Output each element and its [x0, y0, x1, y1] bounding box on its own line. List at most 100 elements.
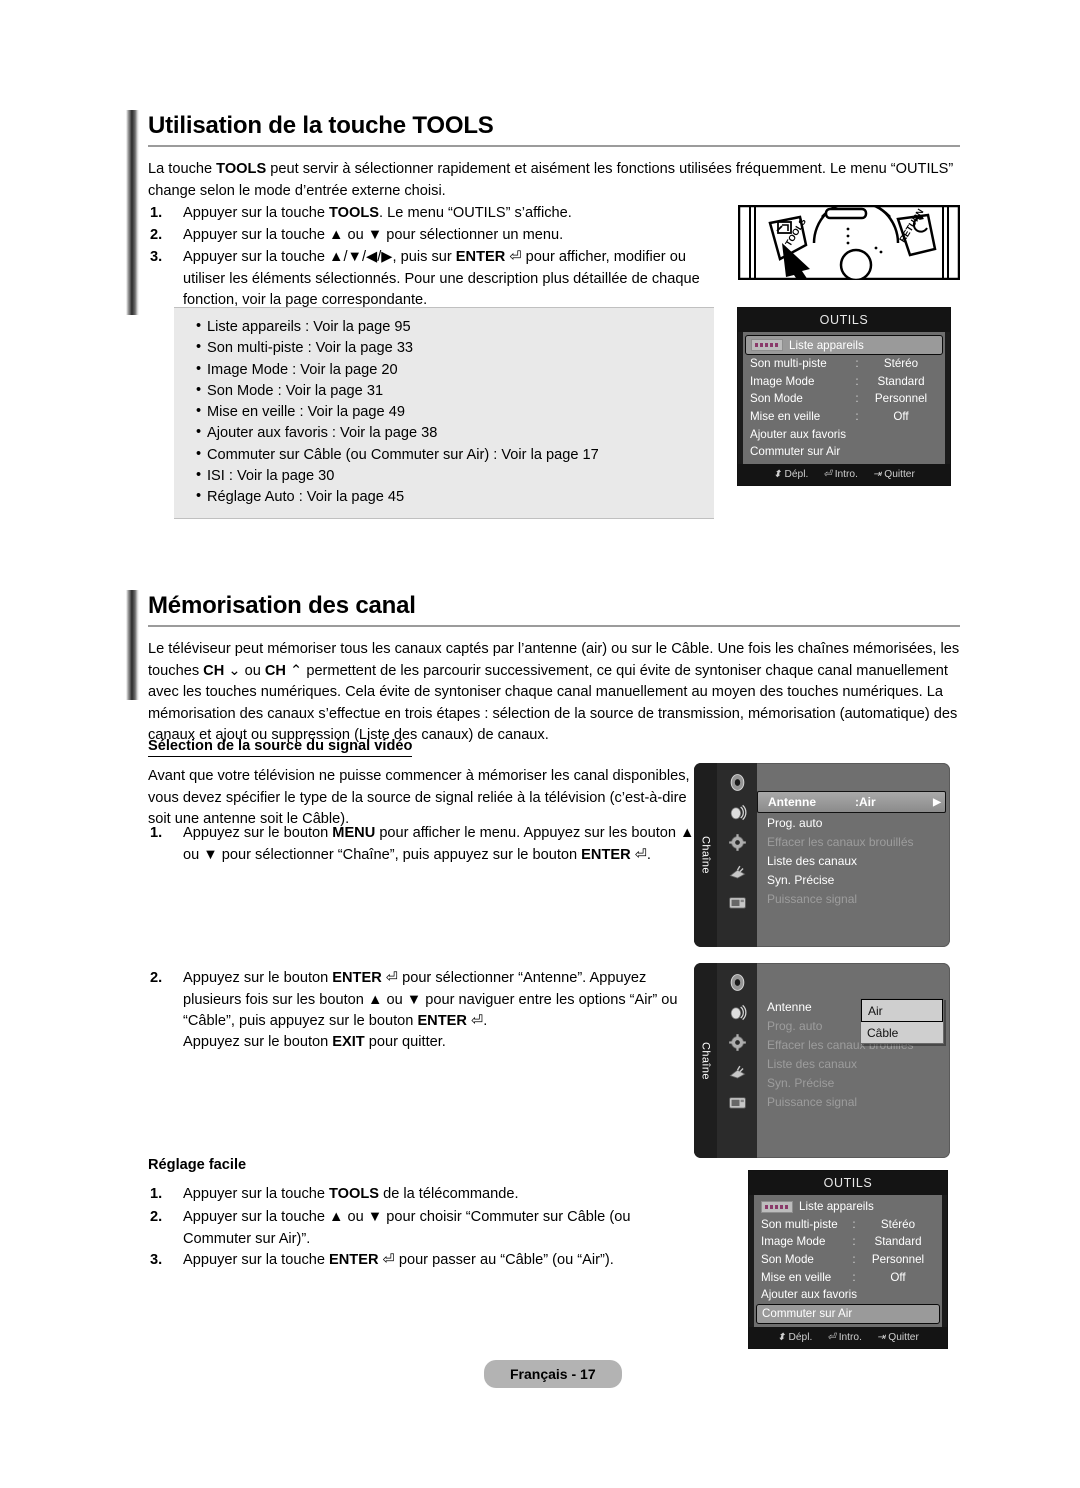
list-item: ISI : Voir la page 30 — [196, 465, 714, 487]
osd-hint-label: Quitter — [884, 468, 915, 480]
osd-item-label: Ajouter aux favoris — [761, 1288, 858, 1302]
osd-item-value: Personnel — [871, 1253, 925, 1267]
menu-side-tab: Chaîne — [694, 963, 717, 1158]
osd-item-liste-appareils[interactable]: Liste appareils — [745, 335, 943, 355]
menu-item-liste-des-canaux[interactable]: Liste des canaux — [757, 851, 950, 870]
osd-item-colon: : — [855, 357, 859, 371]
step-number: 3. — [150, 249, 163, 265]
osd-hint-label: Intro. — [838, 1331, 862, 1343]
osd-footer-hints: ⬍ Dépl. ⏎ Intro. ⇥ Quitter — [738, 463, 950, 485]
menu-item-prog-auto[interactable]: Prog. auto — [757, 813, 950, 832]
section-1-step-1: 1. Appuyer sur la touche TOOLS. Le menu … — [150, 203, 710, 225]
menu-item-puissance-signal[interactable]: Puissance signal — [757, 1092, 950, 1111]
step-number: 2. — [150, 1209, 163, 1225]
section-2-exit-note: Appuyez sur le bouton EXIT pour quitter. — [183, 1034, 446, 1050]
step-number: 1. — [150, 825, 163, 841]
enter-icon: ⏎ — [827, 1331, 836, 1343]
section-2-intro: Le téléviseur peut mémoriser tous les ca… — [148, 641, 960, 743]
osd-item-mise-en-veille[interactable]: Mise en veille : Off — [754, 1268, 942, 1286]
osd-item-colon: : — [855, 392, 859, 406]
page-title: Utilisation de la touche TOOLS — [148, 112, 494, 139]
menu-item-liste-des-canaux[interactable]: Liste des canaux — [757, 1054, 950, 1073]
menu-item-label: Puissance signal — [767, 891, 858, 906]
chaine-menu-screenshot-1: Chaîne Antenne :Air ▶ Prog. auto Effacer… — [694, 763, 950, 947]
list-item: Image Mode : Voir la page 20 — [196, 359, 714, 381]
step-text: Appuyez sur le bouton ENTER ⏎ pour sélec… — [183, 970, 678, 1029]
settings-gear-icon — [728, 834, 746, 851]
updown-arrow-icon: ⬍ — [777, 1331, 786, 1343]
menu-item-label: Puissance signal — [767, 1094, 858, 1109]
dropdown-option-air[interactable]: Air — [861, 999, 943, 1022]
input-plug-icon — [729, 1065, 745, 1079]
step-text: Appuyer sur la touche ENTER ⏎ pour passe… — [183, 1252, 614, 1268]
section-3-step-2: 2. Appuyer sur la touche ▲ ou ▼ pour cho… — [150, 1207, 650, 1250]
step-text: Appuyer sur la touche ▲/▼/◀/▶, puis sur … — [183, 249, 700, 308]
osd-item-mise-en-veille[interactable]: Mise en veille : Off — [743, 408, 945, 426]
menu-item-syn-precise[interactable]: Syn. Précise — [757, 870, 950, 889]
step-text: Appuyer sur la touche TOOLS. Le menu “OU… — [183, 205, 572, 221]
menu-item-effacer-canaux-brouilles[interactable]: Effacer les canaux brouillés — [757, 832, 950, 851]
menu-item-label: Syn. Précise — [767, 1075, 835, 1090]
section-3-step-3: 3. Appuyer sur la touche ENTER ⏎ pour pa… — [150, 1250, 695, 1272]
osd-item-commuter-sur-air[interactable]: Commuter sur Air — [743, 443, 945, 461]
picture-icon — [730, 774, 744, 791]
osd-hint-intro: ⏎ Intro. — [827, 1332, 862, 1343]
section-1-step-3: 3. Appuyer sur la touche ▲/▼/◀/▶, puis s… — [150, 247, 710, 312]
osd-item-liste-appareils[interactable]: Liste appareils — [754, 1198, 942, 1216]
osd-item-son-mode[interactable]: Son Mode : Personnel — [743, 390, 945, 408]
antenna-icon — [730, 1004, 746, 1021]
osd-item-son-mode[interactable]: Son Mode : Personnel — [754, 1251, 942, 1269]
menu-side-label: Chaîne — [699, 1041, 712, 1080]
step-text: Appuyer sur la touche ▲ ou ▼ pour choisi… — [183, 1209, 631, 1247]
osd-hint-quitter: ⇥ Quitter — [877, 1332, 919, 1343]
osd-item-image-mode[interactable]: Image Mode : Standard — [754, 1233, 942, 1251]
osd-item-label: Commuter sur Air — [762, 1307, 853, 1321]
exit-icon: ⇥ — [872, 468, 882, 480]
dropdown-option-cable[interactable]: Câble — [861, 1022, 943, 1043]
osd-item-list: Liste appareils Son multi-piste : Stéréo… — [743, 332, 945, 464]
menu-items-column: Antenne :Air ▶ Prog. auto Effacer les ca… — [757, 763, 950, 947]
step-text: Appuyer sur la touche TOOLS de la téléco… — [183, 1186, 519, 1202]
section-2-step-2: 2. Appuyez sur le bouton ENTER ⏎ pour sé… — [150, 968, 695, 1033]
osd-hint-quitter: ⇥ Quitter — [873, 469, 915, 480]
section-2-step-1: 1. Appuyez sur le bouton MENU pour affic… — [150, 823, 695, 866]
menu-item-syn-precise[interactable]: Syn. Précise — [757, 1073, 950, 1092]
osd-hint-label: Dépl. — [788, 1331, 813, 1343]
osd-item-ajouter-aux-favoris[interactable]: Ajouter aux favoris — [743, 425, 945, 443]
osd-item-son-multi-piste[interactable]: Son multi-piste : Stéréo — [743, 355, 945, 373]
margin-decoration-bar-2 — [126, 590, 139, 700]
antenna-icon — [730, 804, 746, 821]
menu-item-label: Prog. auto — [767, 815, 823, 830]
step-text: Appuyez sur le bouton MENU pour afficher… — [183, 825, 695, 863]
setup-tv-icon — [728, 1097, 746, 1109]
title-rule — [148, 145, 960, 147]
osd-item-value: Personnel — [874, 392, 928, 406]
menu-item-label: Syn. Précise — [767, 872, 835, 887]
osd-item-list: Liste appareils Son multi-piste : Stéréo… — [754, 1195, 942, 1327]
margin-decoration-bar-1 — [126, 110, 139, 315]
menu-item-label: Liste des canaux — [767, 853, 858, 868]
menu-side-label: Chaîne — [699, 836, 712, 874]
menu-icon-column — [717, 963, 757, 1158]
osd-item-label: Son multi-piste — [750, 357, 827, 371]
osd-item-value: Standard — [874, 1235, 922, 1249]
osd-item-label: Image Mode — [761, 1235, 826, 1249]
osd-hint-label: Dépl. — [784, 468, 809, 480]
osd-item-label: Liste appareils — [789, 338, 864, 352]
osd-hint-label: Quitter — [888, 1331, 919, 1343]
remote-control-illustration: TOOLS RETURN — [738, 205, 960, 280]
input-plug-icon — [729, 865, 745, 879]
menu-item-puissance-signal[interactable]: Puissance signal — [757, 889, 950, 908]
menu-item-label: Effacer les canaux brouillés — [767, 834, 914, 849]
menu-item-antenne[interactable]: Antenne :Air ▶ — [757, 791, 946, 813]
osd-item-colon: : — [852, 1235, 856, 1249]
osd-item-son-multi-piste[interactable]: Son multi-piste : Stéréo — [754, 1216, 942, 1234]
list-item: Mise en veille : Voir la page 49 — [196, 401, 714, 423]
osd-item-image-mode[interactable]: Image Mode : Standard — [743, 373, 945, 391]
enter-icon: ⏎ — [823, 468, 832, 480]
osd-item-ajouter-aux-favoris[interactable]: Ajouter aux favoris — [754, 1286, 942, 1304]
osd-footer-hints: ⬍ Dépl. ⏎ Intro. ⇥ Quitter — [749, 1326, 947, 1348]
osd-item-commuter-sur-air[interactable]: Commuter sur Air — [756, 1303, 940, 1324]
tools-feature-list: Liste appareils : Voir la page 95 Son mu… — [174, 316, 714, 509]
osd-item-label: Liste appareils — [799, 1200, 874, 1214]
